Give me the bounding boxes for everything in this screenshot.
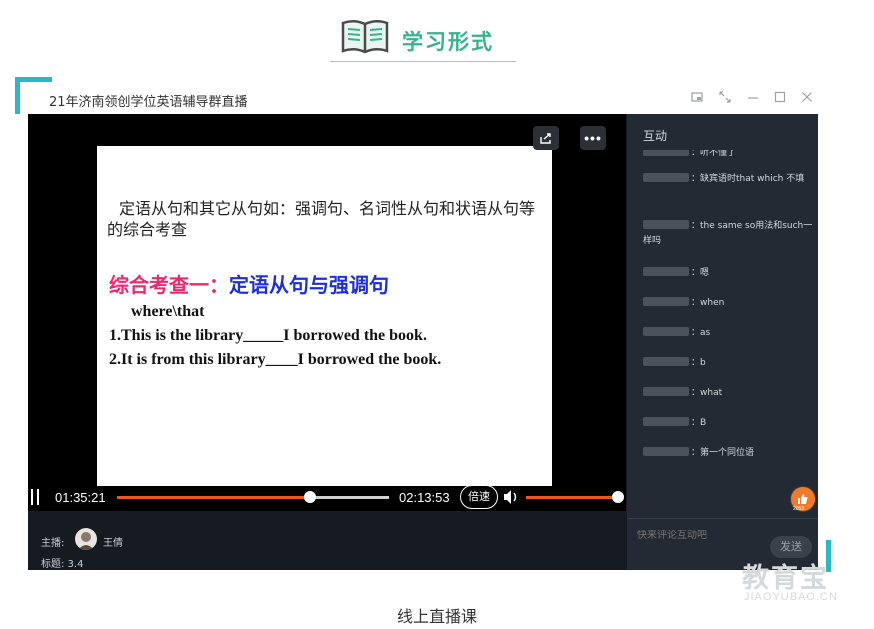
lecture-slide: 定语从句和其它从句如：强调句、名词性从句和状语从句等的综合考查 综合考查一：定语… <box>97 146 552 486</box>
live-window: 21年济南领创学位英语辅导群直播 定语从句和其它从句如：强调句、名词性从句和状语… <box>28 85 818 570</box>
list-item: ：the same so用法和such一样吗 <box>643 220 813 246</box>
section-title: 学习形式 <box>402 30 494 54</box>
avatar[interactable] <box>75 528 97 550</box>
player-controls: 01:35:21 02:13:53 倍速 <box>28 483 626 513</box>
slide-heading-topic: 定语从句与强调句 <box>229 273 389 297</box>
progress-handle[interactable] <box>304 491 317 503</box>
blurred-username <box>643 387 689 396</box>
comment-input[interactable] <box>637 530 757 541</box>
panel-title: 互动 <box>643 129 668 143</box>
chat-list[interactable]: ：听不懂了 ：缺宾语时that which 不填 ：the same so用法和… <box>643 150 813 500</box>
minimize-icon[interactable] <box>744 90 762 108</box>
slide-intro-text: 定语从句和其它从句如：强调句、名词性从句和状语从句等的综合考查 <box>107 199 536 239</box>
blurred-username <box>643 297 689 306</box>
blurred-username <box>643 327 689 336</box>
host-name: 王倩 <box>103 538 123 549</box>
list-item: ：what <box>643 386 813 401</box>
close-icon[interactable] <box>798 90 816 108</box>
slide-heading-label: 综合考查一： <box>109 273 229 297</box>
share-button[interactable] <box>533 126 559 150</box>
list-item: ：as <box>643 326 813 341</box>
maximize-icon[interactable] <box>771 90 789 108</box>
like-count: 2053 <box>793 506 805 512</box>
duration-time: 02:13:53 <box>399 490 450 505</box>
more-button[interactable]: ••• <box>580 126 606 150</box>
slide-heading: 综合考查一：定语从句与强调句 <box>109 269 389 298</box>
slide-line-options: where\that <box>131 303 205 320</box>
list-item: ：when <box>643 296 813 311</box>
volume-icon[interactable] <box>501 487 521 507</box>
pip-icon[interactable] <box>688 90 706 108</box>
list-item: ：第一个同位语 <box>643 446 813 461</box>
interaction-panel: 互动 ：听不懂了 ：缺宾语时that which 不填 ：the same so… <box>627 114 818 570</box>
list-item: ：缺宾语时that which 不填 <box>643 172 813 187</box>
watermark-url: JIAOYUBAO.CN <box>744 591 838 603</box>
speed-button[interactable]: 倍速 <box>460 485 498 509</box>
blurred-username <box>643 173 689 182</box>
slide-line-question-2: 2.It is from this library____I borrowed … <box>109 351 442 368</box>
volume-handle[interactable] <box>612 491 624 503</box>
blurred-username <box>643 417 689 426</box>
session-tag: 标题: 3.4 <box>41 559 84 570</box>
image-caption: 线上直播课 <box>396 607 477 626</box>
panel-divider <box>627 518 818 519</box>
progress-fill <box>117 496 311 499</box>
list-item: ：听不懂了 <box>643 150 813 161</box>
list-item: ：B <box>643 416 813 431</box>
pause-icon[interactable] <box>31 489 41 505</box>
progress-bar[interactable] <box>117 491 389 503</box>
volume-slider[interactable] <box>526 491 624 503</box>
share-icon <box>540 133 551 144</box>
send-button[interactable]: 发送 <box>770 536 812 558</box>
section-header: 学习形式 <box>0 14 874 62</box>
watermark-logo: 教育宝 <box>742 563 829 594</box>
book-icon <box>341 20 389 54</box>
window-title: 21年济南领创学位英语辅导群直播 <box>49 95 248 110</box>
current-time: 01:35:21 <box>55 490 106 505</box>
volume-fill <box>526 496 618 499</box>
blurred-username <box>643 267 689 276</box>
window-titlebar: 21年济南领创学位英语辅导群直播 <box>28 85 818 114</box>
title-underline <box>330 61 516 62</box>
host-label: 主播: <box>41 538 65 549</box>
blurred-username <box>643 220 689 229</box>
list-item: ：嗯 <box>643 266 813 281</box>
list-item: ：b <box>643 356 813 371</box>
slide-line-question-1: 1.This is the library_____I borrowed the… <box>109 327 427 344</box>
fullscreen-icon[interactable] <box>716 90 734 108</box>
blurred-username <box>643 150 689 156</box>
blurred-username <box>643 447 689 456</box>
video-player[interactable]: 定语从句和其它从句如：强调句、名词性从句和状语从句等的综合考查 综合考查一：定语… <box>28 114 626 511</box>
blurred-username <box>643 357 689 366</box>
